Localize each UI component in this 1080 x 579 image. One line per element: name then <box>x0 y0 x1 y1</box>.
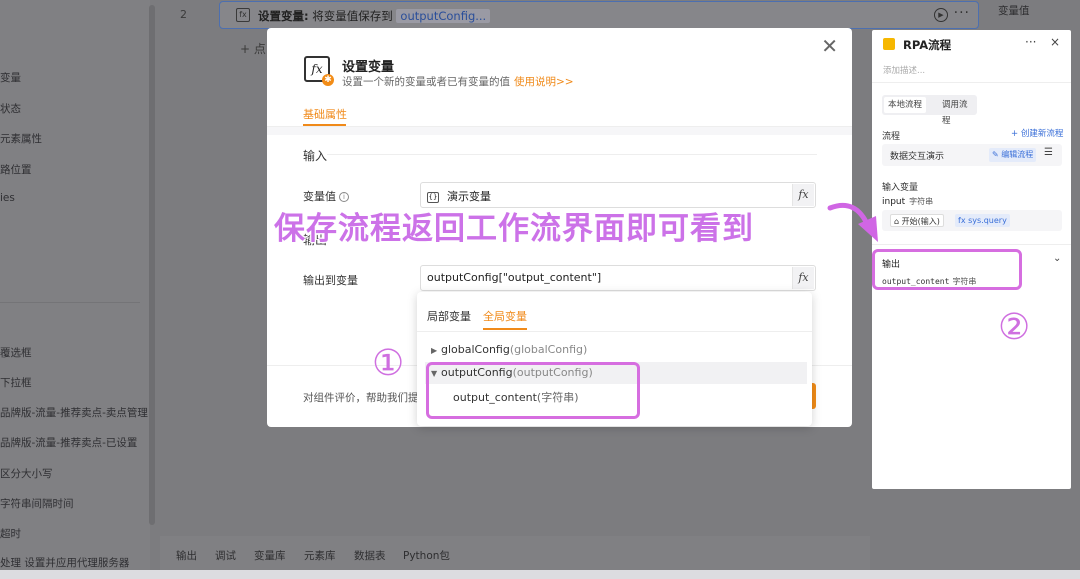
tab-local-variables[interactable]: 局部变量 <box>427 308 471 324</box>
divider <box>872 82 1071 83</box>
tab-global-variables[interactable]: 全局变量 <box>483 308 527 324</box>
list-settings-icon[interactable]: ☰ <box>1044 147 1053 158</box>
flow-label: 流程 <box>882 132 901 142</box>
input-value-box[interactable]: ⌂ 开始(输入) fx sys.query <box>882 210 1062 231</box>
dialog-subtitle: 设置一个新的变量或者已有变量的值 使用说明>> <box>342 76 574 88</box>
variable-value-label: 变量值 i <box>303 188 349 204</box>
bottom-tab-bar: 输出 调试 变量库 元素库 数据表 Python包 <box>160 536 870 570</box>
start-input-tag: ⌂ 开始(输入) <box>890 214 944 227</box>
create-flow-link[interactable]: + 创建新流程 <box>1011 127 1063 139</box>
input-variables-label: 输入变量 <box>882 183 919 193</box>
list-item[interactable]: ies <box>0 192 15 204</box>
add-step-button[interactable]: + 点 <box>240 40 266 57</box>
more-icon[interactable]: ··· <box>954 5 970 21</box>
divider <box>417 331 812 332</box>
divider <box>0 302 140 303</box>
tab-output[interactable]: 输出 <box>176 548 197 563</box>
close-icon[interactable]: × <box>1050 35 1060 49</box>
info-icon[interactable]: i <box>339 192 349 202</box>
help-link[interactable]: 使用说明>> <box>514 76 574 88</box>
section-gap <box>267 127 852 135</box>
variable-chip: outputConfig... <box>396 9 491 23</box>
tab-call-flow[interactable]: 调用流程 <box>938 97 977 126</box>
list-item[interactable]: 状态 <box>0 101 21 116</box>
input-variable: input 字符串 <box>882 197 934 207</box>
active-tab-indicator <box>483 328 527 330</box>
highlight-box-2 <box>872 249 1022 290</box>
tab-local-flow[interactable]: 本地流程 <box>884 97 927 113</box>
sys-query-chip: fx sys.query <box>955 214 1010 227</box>
tab-data-table[interactable]: 数据表 <box>354 548 386 563</box>
variable-icon: {} <box>427 191 439 203</box>
more-icon[interactable]: ··· <box>1025 35 1036 49</box>
marker-1: ① <box>372 343 405 384</box>
edit-flow-button[interactable]: ✎ 编辑流程 <box>989 148 1037 162</box>
tab-python-package[interactable]: Python包 <box>403 548 450 563</box>
output-variable-label: 输出到变量 <box>303 274 358 287</box>
list-item[interactable]: 路位置 <box>0 162 32 177</box>
list-item[interactable]: 覆选框 <box>0 345 32 360</box>
caret-right-icon: ▶ <box>431 346 438 355</box>
divider <box>872 244 1071 245</box>
flow-selector[interactable]: 数据交互演示 ✎ 编辑流程 ☰ <box>882 144 1062 166</box>
play-icon[interactable]: ▶ <box>934 8 948 22</box>
list-item[interactable]: 区分大小写 <box>0 466 53 481</box>
flow-name: 数据交互演示 <box>890 152 945 162</box>
function-icon: fx ✱ <box>304 56 334 86</box>
gear-icon: ✱ <box>322 74 334 86</box>
marker-2: ② <box>998 307 1031 348</box>
scrollbar[interactable] <box>149 5 155 525</box>
tab-variable-library[interactable]: 变量库 <box>254 548 286 563</box>
list-item[interactable]: 处理 设置并应用代理服务器 <box>0 555 129 570</box>
flow-type-toggle: 本地流程 调用流程 <box>882 95 977 126</box>
arrow-icon <box>827 202 878 242</box>
dialog-title: 设置变量 <box>342 60 395 75</box>
chevron-down-icon[interactable]: ⌄ <box>1053 253 1061 264</box>
list-item[interactable]: 品牌版-流量-推荐卖点-已设置 <box>0 435 137 450</box>
left-component-list: 变量 状态 元素属性 路位置 ies 覆选框 下拉框 品牌版-流量-推荐卖点-卖… <box>0 0 150 579</box>
list-item[interactable]: 下拉框 <box>0 375 32 390</box>
rpa-logo-icon <box>883 38 895 50</box>
fx-button[interactable]: fx <box>792 184 814 206</box>
right-panel-label: 变量值 <box>998 5 1030 17</box>
step-number: 2 <box>180 8 187 21</box>
tab-basic-properties[interactable]: 基础属性 <box>303 106 347 122</box>
tab-element-library[interactable]: 元素库 <box>304 548 336 563</box>
fx-button[interactable]: fx <box>792 267 814 289</box>
highlight-box-1 <box>426 362 640 419</box>
list-item[interactable]: 变量 <box>0 70 21 85</box>
panel-title: RPA流程 <box>903 38 952 52</box>
list-item[interactable]: 元素属性 <box>0 131 42 146</box>
annotation-banner: 保存流程返回工作流界面即可看到 <box>274 211 754 247</box>
feedback-text[interactable]: 对组件评价，帮助我们提 <box>303 390 419 405</box>
list-item[interactable]: 品牌版-流量-推荐卖点-卖点管理 <box>0 405 148 420</box>
close-icon[interactable]: ✕ <box>821 34 838 58</box>
step-title: 设置变量: 将变量值保存到 outputConfig... <box>258 8 491 24</box>
tab-debug[interactable]: 调试 <box>215 548 236 563</box>
tree-item-globalconfig[interactable]: ▶ globalConfig(globalConfig) <box>425 339 807 361</box>
description-input[interactable]: 添加描述... <box>883 64 925 76</box>
divider <box>327 154 817 155</box>
set-variable-icon: fx <box>236 8 250 22</box>
list-item[interactable]: 字符串间隔时间 <box>0 496 74 511</box>
output-variable-field[interactable]: outputConfig["output_content"] fx <box>420 265 816 291</box>
step-row-set-variable[interactable]: fx 设置变量: 将变量值保存到 outputConfig... ▶ ··· <box>219 1 979 29</box>
taskbar-strip <box>0 570 1080 579</box>
list-item[interactable]: 超时 <box>0 526 21 541</box>
section-input-heading: 输入 <box>303 149 328 163</box>
confirm-button-edge[interactable] <box>812 383 816 409</box>
